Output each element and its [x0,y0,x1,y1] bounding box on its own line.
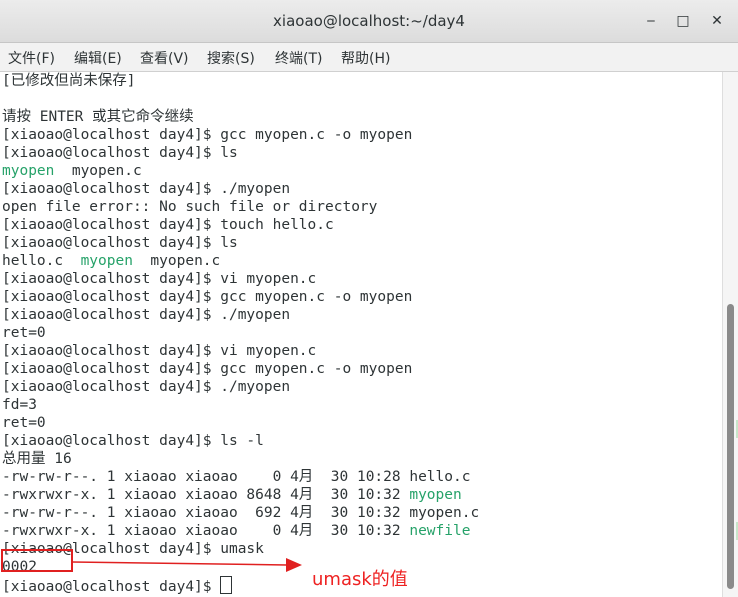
terminal-line: [xiaoao@localhost day4]$ ./myopen [2,181,291,197]
executable-file-name: myopen [2,163,55,179]
prompt: [xiaoao@localhost day4]$ [2,579,221,595]
terminal-line: -rwxrwxr-x. 1 xiaoao xiaoao 0 4月 30 10:3… [2,522,470,540]
terminal-line: [xiaoao@localhost day4]$ touch hello.c [2,217,334,233]
menu-search[interactable]: 搜索(S) [207,48,255,68]
window-title: xiaoao@localhost:~/day4 [273,12,465,30]
terminal-line: -rwxrwxr-x. 1 xiaoao xiaoao 8648 4月 30 1… [2,486,462,504]
text-cursor [220,576,233,594]
listing-entry: -rwxrwxr-x. 1 xiaoao xiaoao 0 4月 30 10:3… [2,523,410,539]
file-name: hello.c [2,253,81,269]
menu-help[interactable]: 帮助(H) [341,48,390,68]
terminal-line: -rw-rw-r--. 1 xiaoao xiaoao 0 4月 30 10:2… [2,469,471,485]
close-button[interactable]: ✕ [705,10,729,32]
terminal-line: [xiaoao@localhost day4]$ vi myopen.c [2,343,317,359]
highlight-box [1,549,73,572]
terminal-line: [xiaoao@localhost day4]$ gcc myopen.c -o… [2,289,413,305]
executable-file-name: newfile [409,523,471,539]
terminal-line: [xiaoao@localhost day4]$ ls [2,145,238,161]
terminal-line: [xiaoao@localhost day4]$ vi myopen.c [2,271,317,287]
terminal-line: fd=3 [2,397,37,413]
terminal-line: 总用量 16 [2,451,72,467]
menu-view[interactable]: 查看(V) [140,48,189,68]
terminal-line: hello.c myopen myopen.c [2,252,220,270]
arrow-icon [72,558,302,572]
terminal-line: ret=0 [2,325,46,341]
terminal-line: [xiaoao@localhost day4]$ ./myopen [2,307,291,323]
terminal-line: -rw-rw-r--. 1 xiaoao xiaoao 692 4月 30 10… [2,505,480,521]
prompt-line: [xiaoao@localhost day4]$ [2,576,233,595]
maximize-button[interactable]: □ [671,10,695,32]
executable-file-name: myopen [80,253,133,269]
terminal-line: [xiaoao@localhost day4]$ ls -l [2,433,264,449]
menu-bar: 文件(F) 编辑(E) 查看(V) 搜索(S) 终端(T) 帮助(H) [0,43,738,72]
terminal-line: [xiaoao@localhost day4]$ gcc myopen.c -o… [2,127,413,143]
terminal-line: ret=0 [2,415,46,431]
terminal-line: [xiaoao@localhost day4]$ gcc myopen.c -o… [2,361,413,377]
terminal-line: myopen myopen.c [2,162,142,180]
terminal-line: [已修改但尚未保存] [2,73,136,89]
listing-entry: -rwxrwxr-x. 1 xiaoao xiaoao 8648 4月 30 1… [2,487,410,503]
title-bar[interactable]: xiaoao@localhost:~/day4 ‒ □ ✕ [0,0,738,43]
scrollbar[interactable] [722,72,738,597]
executable-file-name: myopen [409,487,462,503]
scrollbar-thumb[interactable] [727,304,734,589]
terminal-window: xiaoao@localhost:~/day4 ‒ □ ✕ 文件(F) 编辑(E… [0,0,738,597]
menu-file[interactable]: 文件(F) [8,48,55,68]
terminal-line: [xiaoao@localhost day4]$ ls [2,235,238,251]
file-name: myopen.c [54,163,142,179]
minimize-button[interactable]: ‒ [639,10,663,32]
annotation-label: umask的值 [312,569,408,590]
terminal-line: 请按 ENTER 或其它命令继续 [2,109,194,125]
menu-edit[interactable]: 编辑(E) [74,48,122,68]
terminal-line: [xiaoao@localhost day4]$ ./myopen [2,379,291,395]
file-name: myopen.c [132,253,221,269]
terminal-line: open file error:: No such file or direct… [2,199,378,215]
terminal-output[interactable]: [已修改但尚未保存] 请按 ENTER 或其它命令继续 [xiaoao@loca… [0,72,722,597]
menu-terminal[interactable]: 终端(T) [275,48,322,68]
